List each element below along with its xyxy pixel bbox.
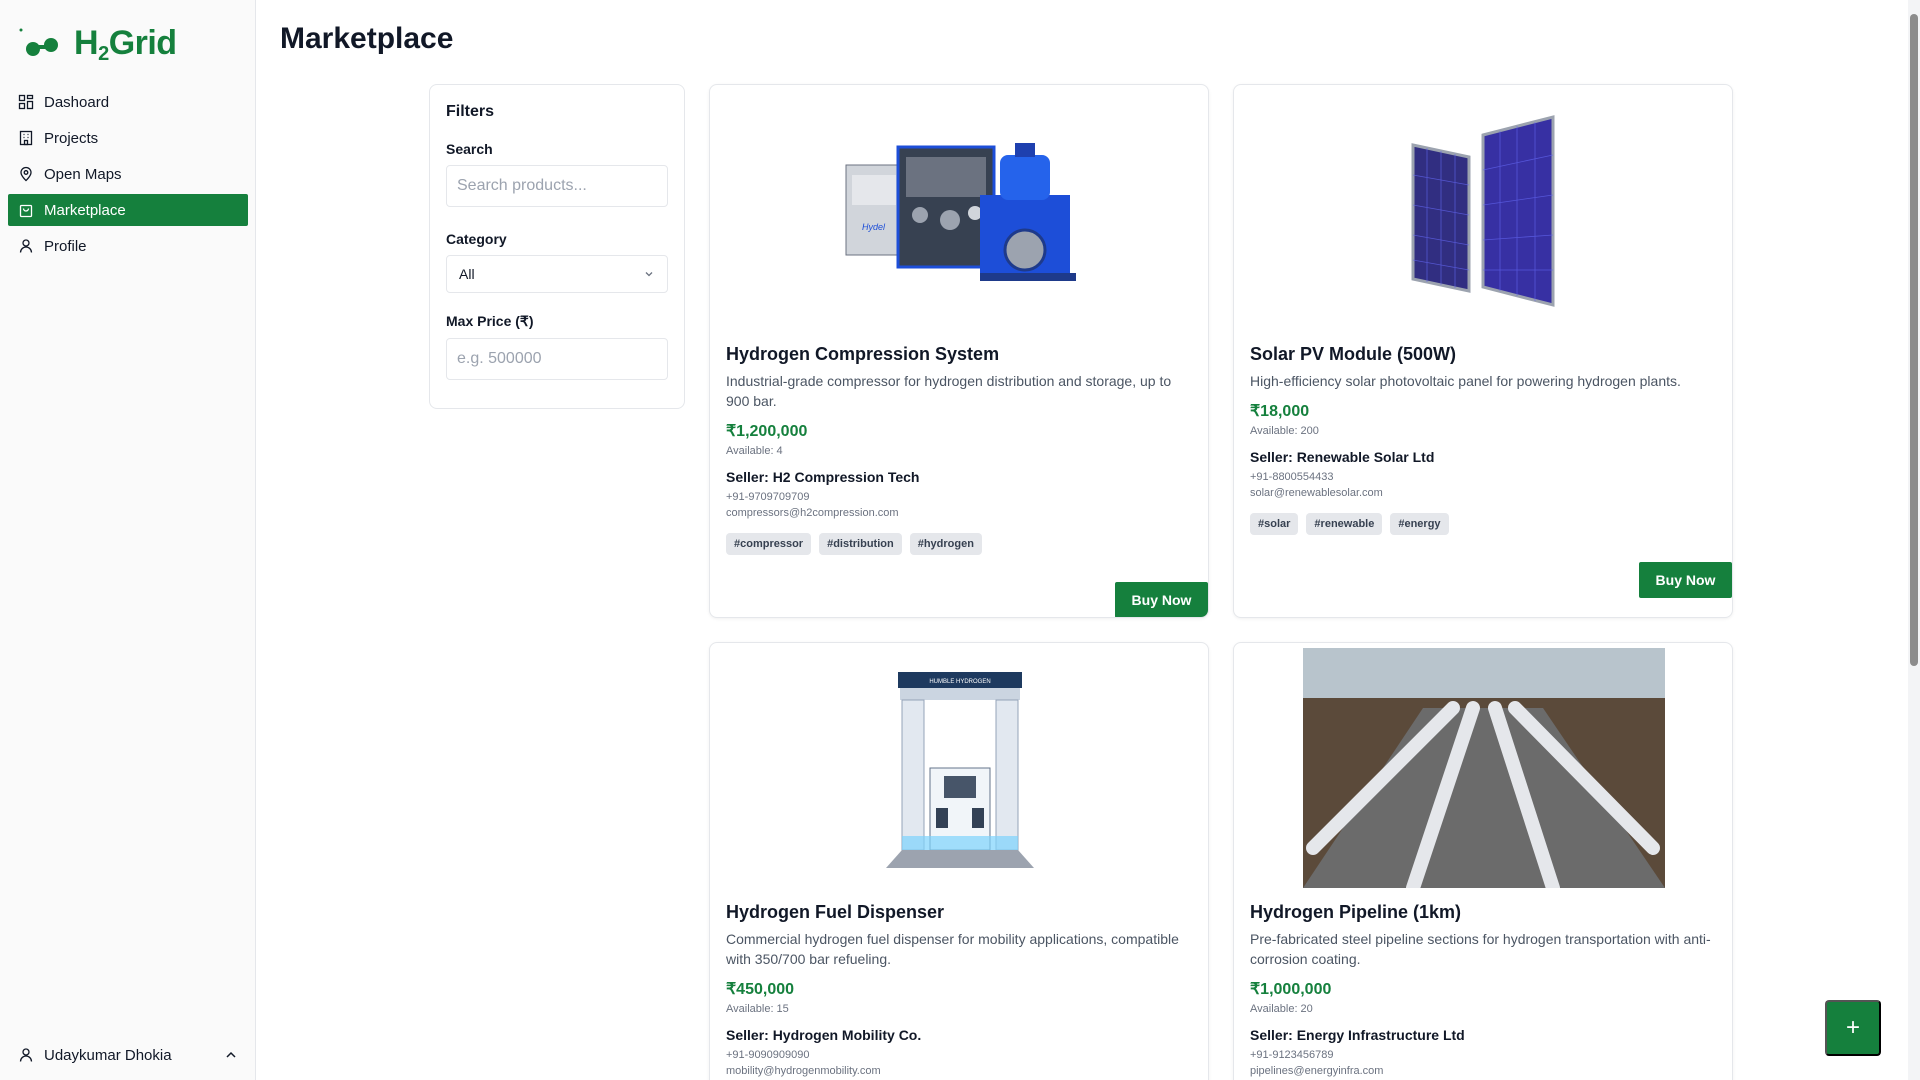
compressor-image: Hydel xyxy=(710,85,1208,335)
fuel-dispenser-image: HUMBLE HYDROGEN xyxy=(710,643,1208,893)
max-price-input[interactable] xyxy=(446,338,668,380)
product-details: Hydrogen Compression System Industrial-g… xyxy=(726,344,1196,555)
product-details: Hydrogen Pipeline (1km) Pre-fabricated s… xyxy=(1250,902,1720,1079)
sidebar-item-projects[interactable]: Projects xyxy=(8,122,248,154)
svg-text:Hydel: Hydel xyxy=(862,222,886,232)
product-description: Pre-fabricated steel pipeline sections f… xyxy=(1250,931,1711,967)
building-icon xyxy=(19,130,33,146)
seller-phone: +91-9709709709 xyxy=(726,491,810,503)
sidebar-item-dashboard[interactable]: Dashoard xyxy=(8,86,248,118)
shopping-bag-icon xyxy=(19,204,33,218)
brand-logo[interactable]: H2Grid xyxy=(18,24,177,66)
sidebar-item-profile[interactable]: Profile xyxy=(8,230,248,262)
seller-name: Seller: Renewable Solar Ltd xyxy=(1250,449,1435,465)
product-card: HUMBLE HYDROGEN Hydrogen Fuel Dispenser … xyxy=(709,642,1209,1080)
seller-phone: +91-8800554433 xyxy=(1250,471,1334,483)
product-price: ₹450,000 xyxy=(726,981,795,998)
product-card: Hydel Hydrogen Compression System Indust… xyxy=(709,84,1209,618)
seller-name: Seller: H2 Compression Tech xyxy=(726,469,920,485)
sidebar: H2Grid Dashoard Projects Open Maps Marke… xyxy=(0,0,256,1080)
product-description: High-efficiency solar photovoltaic panel… xyxy=(1250,373,1681,389)
category-label: Category xyxy=(446,231,507,247)
chevron-up-icon[interactable] xyxy=(224,1048,238,1062)
tag[interactable]: #solar xyxy=(1250,513,1299,535)
add-product-button[interactable]: + xyxy=(1825,1000,1881,1056)
sidebar-item-label: Projects xyxy=(44,129,99,147)
product-price: ₹1,000,000 xyxy=(1250,981,1332,998)
chevron-down-icon xyxy=(645,272,653,277)
tag[interactable]: #renewable xyxy=(1306,513,1383,535)
product-availability: Available: 200 xyxy=(1250,425,1319,437)
tag-list: #compressor #distribution #hydrogen xyxy=(726,533,1196,555)
tag[interactable]: #compressor xyxy=(726,533,812,555)
sidebar-item-label: Open Maps xyxy=(44,165,122,183)
user-name: Udaykumar Dhokia xyxy=(44,1046,172,1064)
product-details: Solar PV Module (500W) High-efficiency s… xyxy=(1250,344,1720,535)
filters-heading: Filters xyxy=(446,103,495,120)
product-card: Hydrogen Pipeline (1km) Pre-fabricated s… xyxy=(1233,642,1733,1080)
page-scrollbar[interactable] xyxy=(1908,0,1920,1080)
product-title: Hydrogen Fuel Dispenser xyxy=(726,902,945,922)
product-availability: Available: 15 xyxy=(726,1003,789,1015)
sidebar-item-marketplace[interactable]: Marketplace xyxy=(8,194,248,226)
solar-panel-image xyxy=(1234,85,1732,335)
product-card: Solar PV Module (500W) High-efficiency s… xyxy=(1233,84,1733,618)
sidebar-item-label: Dashoard xyxy=(44,93,110,111)
seller-name: Seller: Hydrogen Mobility Co. xyxy=(726,1027,922,1043)
search-label: Search xyxy=(446,141,493,157)
sidebar-item-label: Profile xyxy=(44,237,87,255)
tag[interactable]: #hydrogen xyxy=(909,533,982,555)
category-value: All xyxy=(459,266,475,282)
buy-now-button[interactable]: Buy Now xyxy=(1115,582,1208,617)
sidebar-item-open-maps[interactable]: Open Maps xyxy=(8,158,248,190)
pipeline-image xyxy=(1234,643,1732,893)
logo-icon xyxy=(18,25,66,65)
seller-email: compressors@h2compression.com xyxy=(726,507,899,519)
brand-name: H2Grid xyxy=(74,24,177,65)
user-icon xyxy=(19,1048,33,1062)
seller-email: pipelines@energyinfra.com xyxy=(1250,1065,1384,1077)
filters-panel: Filters Search Category All Max Price (₹… xyxy=(429,84,685,409)
product-description: Industrial-grade compressor for hydrogen… xyxy=(726,373,1172,409)
max-price-label: Max Price (₹) xyxy=(446,313,534,329)
product-title: Solar PV Module (500W) xyxy=(1250,344,1457,364)
dispenser-brand-text: HUMBLE HYDROGEN xyxy=(929,679,990,685)
product-price: ₹1,200,000 xyxy=(726,423,808,440)
sidebar-nav: Dashoard Projects Open Maps Marketplace … xyxy=(8,86,248,266)
product-title: Hydrogen Compression System xyxy=(726,344,1000,364)
scrollbar-thumb[interactable] xyxy=(1910,14,1918,666)
seller-email: mobility@hydrogenmobility.com xyxy=(726,1065,881,1077)
seller-phone: +91-9090909090 xyxy=(726,1049,810,1061)
product-price: ₹18,000 xyxy=(1250,403,1310,420)
seller-name: Seller: Energy Infrastructure Ltd xyxy=(1250,1027,1465,1043)
sidebar-item-label: Marketplace xyxy=(44,201,126,219)
seller-email: solar@renewablesolar.com xyxy=(1250,487,1383,499)
category-select[interactable]: All xyxy=(446,255,668,293)
user-menu[interactable]: Udaykumar Dhokia xyxy=(8,1040,248,1070)
product-availability: Available: 20 xyxy=(1250,1003,1313,1015)
page-title: Marketplace xyxy=(280,22,454,55)
tag[interactable]: #distribution xyxy=(819,533,902,555)
buy-now-button[interactable]: Buy Now xyxy=(1639,562,1732,598)
product-availability: Available: 4 xyxy=(726,445,783,457)
seller-phone: +91-9123456789 xyxy=(1250,1049,1334,1061)
tag[interactable]: #energy xyxy=(1390,513,1449,535)
user-icon xyxy=(19,239,33,253)
map-pin-icon xyxy=(20,166,32,182)
dashboard-icon xyxy=(18,94,34,110)
product-details: Hydrogen Fuel Dispenser Commercial hydro… xyxy=(726,902,1196,1079)
tag-list: #solar #renewable #energy xyxy=(1250,513,1720,535)
product-title: Hydrogen Pipeline (1km) xyxy=(1250,902,1462,922)
product-description: Commercial hydrogen fuel dispenser for m… xyxy=(726,931,1179,967)
search-input[interactable] xyxy=(446,165,668,207)
